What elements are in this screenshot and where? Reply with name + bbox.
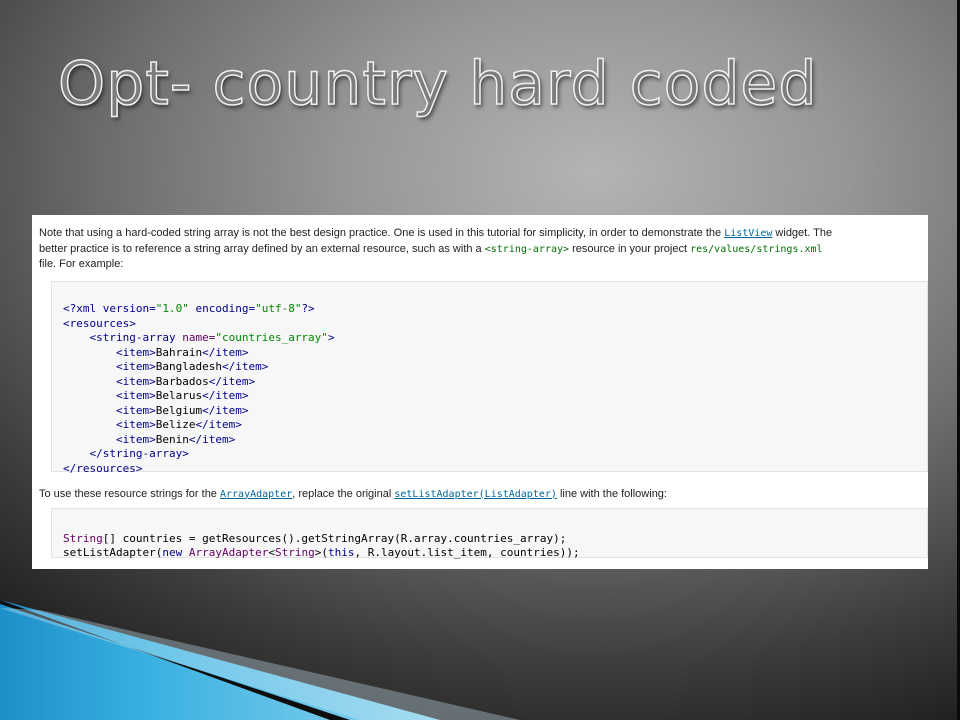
arrayadapter-type: ArrayAdapter (188, 546, 269, 559)
name-attr: name= (175, 331, 216, 344)
xml-code-block: <?xml version="1.0" encoding="utf-8"?> <r… (51, 280, 928, 475)
instruction-text: , replace the original (292, 487, 395, 500)
item-tag: <item> (115, 360, 156, 373)
string-array-tag: > (327, 331, 335, 344)
string-type: String (274, 546, 315, 559)
intro-text: better practice is to reference a string… (39, 242, 485, 255)
item-line: <item>Barbados</item> (63, 375, 916, 390)
java-code: , R.layout.list_item, countries)); (354, 546, 580, 559)
slide-corner-decoration (0, 600, 520, 720)
item-tag: <item> (115, 389, 156, 402)
arrayadapter-link[interactable]: ArrayAdapter (220, 489, 292, 500)
java-line-2: setListAdapter(new ArrayAdapter<String>(… (63, 546, 916, 561)
name-attr-value: "countries_array" (215, 331, 328, 344)
item-line: <item>Belgium</item> (63, 404, 916, 419)
item-tag: </item> (208, 374, 256, 388)
this-keyword: this (327, 546, 355, 559)
xml-decl: encoding= (188, 302, 256, 315)
xml-declaration-line: <?xml version="1.0" encoding="utf-8"?> (63, 302, 916, 317)
item-tag: </item> (188, 432, 236, 446)
item-line: <item>Bangladesh</item> (63, 360, 916, 375)
item-tag: <item> (115, 374, 156, 388)
intro-text: file. For example: (39, 258, 124, 270)
string-array-end-tag: </string-array> (89, 447, 189, 460)
java-code: [] countries = getResources().getStringA… (102, 531, 567, 545)
string-array-inline-code: <string-array> (484, 243, 570, 255)
string-array-close-line: </string-array> (63, 447, 916, 462)
item-line: <item>Belarus</item> (63, 389, 916, 404)
listview-link[interactable]: ListView (724, 228, 772, 239)
item-tag: <item> (115, 403, 156, 417)
java-code: ( (321, 546, 328, 559)
setlistadapter-link[interactable]: setListAdapter(ListAdapter) (394, 489, 557, 500)
string-array-tag: <string-array (89, 331, 176, 344)
java-code (182, 546, 189, 559)
resources-end-tag: </resources> (63, 461, 143, 475)
instruction-paragraph: To use these resource strings for the Ar… (39, 487, 921, 503)
xml-decl: ?> (301, 302, 315, 315)
resources-close-line: </resources> (63, 462, 916, 477)
java-code: setListAdapter( (63, 546, 163, 559)
docs-screenshot: Note that using a hard-coded string arra… (32, 215, 928, 569)
item-tag: </item> (195, 418, 242, 431)
xml-decl: <?xml version= (63, 302, 156, 315)
item-tag: </item> (202, 345, 249, 359)
item-value: Belgium (155, 403, 203, 417)
instruction-text: line with the following: (556, 487, 667, 500)
item-tag: </item> (202, 389, 249, 402)
string-array-open-line: <string-array name="countries_array"> (63, 331, 916, 346)
item-value: Bangladesh (155, 360, 222, 373)
xml-version-value: "1.0" (155, 302, 189, 315)
item-value: Bahrain (155, 345, 203, 359)
item-tag: </item> (202, 403, 249, 417)
intro-paragraph: Note that using a hard-coded string arra… (39, 226, 921, 272)
resources-tag: <resources> (63, 316, 136, 330)
intro-text: widget. The (772, 227, 833, 239)
strings-xml-path: res/values/strings.xml (690, 243, 823, 255)
item-value: Benin (155, 432, 189, 446)
item-value: Belarus (155, 389, 203, 402)
intro-text: resource in your project (569, 242, 691, 255)
item-value: Barbados (155, 374, 209, 388)
item-value: Belize (155, 418, 196, 431)
item-tag: <item> (115, 418, 156, 431)
item-tag: <item> (115, 432, 156, 446)
intro-text: Note that using a hard-coded string arra… (39, 227, 725, 239)
new-keyword: new (162, 546, 183, 559)
java-line-1: String[] countries = getResources().getS… (63, 532, 916, 547)
xml-encoding-value: "utf-8" (255, 302, 302, 315)
slide-title: Opt- country hard coded (57, 48, 818, 120)
item-line: <item>Belize</item> (63, 418, 916, 433)
item-tag: </item> (221, 360, 269, 373)
item-line: <item>Bahrain</item> (63, 346, 916, 361)
item-line: <item>Benin</item> (63, 433, 916, 448)
string-type: String (63, 531, 103, 545)
instruction-text: To use these resource strings for the (39, 487, 220, 500)
java-code: < (268, 546, 275, 559)
item-tag: <item> (115, 345, 156, 359)
resources-open-line: <resources> (63, 317, 916, 332)
java-code-block: String[] countries = getResources().getS… (51, 508, 928, 561)
